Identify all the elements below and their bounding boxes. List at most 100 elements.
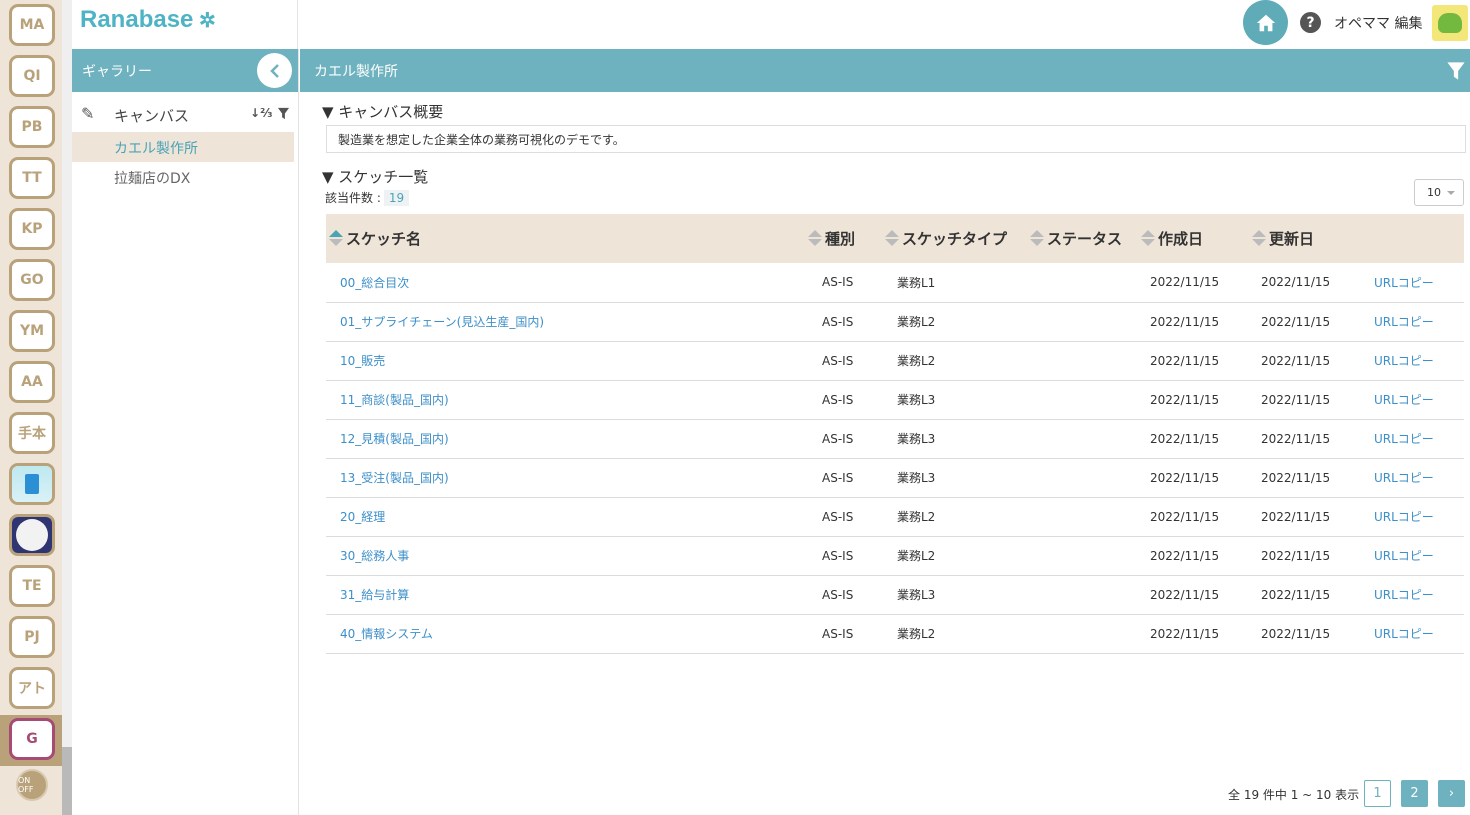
workspace-aa[interactable]: AA bbox=[9, 361, 55, 403]
column-updated[interactable]: 更新日 bbox=[1249, 214, 1362, 263]
url-copy-link[interactable]: URLコピー bbox=[1374, 354, 1434, 368]
table-row: 20_経理 AS-IS 業務L2 2022/11/15 2022/11/15 URLコピー bbox=[326, 497, 1464, 536]
sidebar-item-ramen[interactable]: 拉麺店のDX bbox=[72, 162, 298, 192]
workspace-pb[interactable]: PB bbox=[9, 106, 55, 148]
page-2-button[interactable]: 2 bbox=[1401, 780, 1428, 807]
frog-icon: ✲ bbox=[193, 10, 216, 32]
workspace-tt[interactable]: TT bbox=[9, 157, 55, 199]
kind-cell: AS-IS bbox=[822, 353, 854, 368]
header-divider bbox=[297, 0, 298, 49]
next-page-button[interactable]: › bbox=[1438, 780, 1465, 807]
rail-scrollbar[interactable] bbox=[62, 0, 72, 815]
sketch-name-link[interactable]: 12_見積(製品_国内) bbox=[340, 432, 449, 446]
url-copy-link[interactable]: URLコピー bbox=[1374, 510, 1434, 524]
status-cell bbox=[1027, 263, 1138, 302]
column-sketch-type[interactable]: スケッチタイプ bbox=[882, 214, 1027, 263]
per-page-select[interactable]: 10 bbox=[1414, 179, 1464, 206]
pagination-summary: 全 19 件中 1 ~ 10 表示 bbox=[1228, 788, 1360, 802]
summary-section-toggle[interactable]: ▼ キャンバス概要 bbox=[322, 101, 443, 122]
workspace-image-b[interactable] bbox=[9, 514, 55, 556]
updated-date-cell: 2022/11/15 bbox=[1261, 353, 1331, 368]
sketch-name-link[interactable]: 13_受注(製品_国内) bbox=[340, 471, 449, 485]
updated-date-cell: 2022/11/15 bbox=[1261, 470, 1331, 485]
scrollbar-thumb[interactable] bbox=[62, 747, 72, 815]
avatar[interactable] bbox=[1432, 5, 1468, 41]
sketch-name-cell: 00_総合目次 bbox=[326, 263, 805, 302]
workspace-qi[interactable]: QI bbox=[9, 55, 55, 97]
created-date-cell: 2022/11/15 bbox=[1150, 314, 1220, 329]
workspace-ma[interactable]: MA bbox=[9, 4, 55, 46]
url-copy-cell: URLコピー bbox=[1362, 458, 1464, 497]
count-badge: 19 bbox=[383, 190, 410, 206]
kind-cell: AS-IS bbox=[822, 548, 854, 563]
url-copy-link[interactable]: URLコピー bbox=[1374, 432, 1434, 446]
main-header: カエル製作所 bbox=[300, 49, 1470, 92]
kind-cell: AS-IS bbox=[822, 431, 854, 446]
type-cell: 業務L2 bbox=[897, 510, 936, 524]
sketch-name-link[interactable]: 31_給与計算 bbox=[340, 588, 409, 602]
url-copy-link[interactable]: URLコピー bbox=[1374, 393, 1434, 407]
sidebar-item-kaeru[interactable]: カエル製作所 bbox=[72, 132, 294, 162]
workspace-kp[interactable]: KP bbox=[9, 208, 55, 250]
sketch-name-link[interactable]: 20_経理 bbox=[340, 510, 385, 524]
user-name[interactable]: オペママ 編集 bbox=[1334, 13, 1422, 33]
sketch-name-cell: 20_経理 bbox=[326, 497, 805, 536]
sketch-name-link[interactable]: 00_総合目次 bbox=[340, 276, 409, 290]
workspace-tehon[interactable]: 手本 bbox=[9, 412, 55, 454]
sketch-name-cell: 11_商談(製品_国内) bbox=[326, 380, 805, 419]
sketch-list-toggle[interactable]: ▼ スケッチ一覧 bbox=[322, 166, 428, 187]
created-date-cell: 2022/11/15 bbox=[1150, 509, 1220, 524]
type-cell: 業務L3 bbox=[897, 432, 936, 446]
chevron-left-icon bbox=[269, 63, 279, 78]
kind-cell: AS-IS bbox=[822, 509, 854, 524]
filter-icon[interactable] bbox=[277, 107, 290, 120]
status-cell bbox=[1027, 380, 1138, 419]
url-copy-link[interactable]: URLコピー bbox=[1374, 315, 1434, 329]
url-copy-link[interactable]: URLコピー bbox=[1374, 588, 1434, 602]
updated-date-cell: 2022/11/15 bbox=[1261, 587, 1331, 602]
onoff-toggle[interactable]: ON OFF bbox=[16, 769, 48, 801]
workspace-g[interactable]: G bbox=[9, 718, 55, 760]
type-cell: 業務L1 bbox=[897, 275, 936, 290]
canvas-section-header: ✎ キャンバス ↓⅔ bbox=[72, 92, 298, 132]
sketch-name-link[interactable]: 01_サプライチェーン(見込生産_国内) bbox=[340, 315, 544, 329]
table-row: 30_総務人事 AS-IS 業務L2 2022/11/15 2022/11/15 URLコ… bbox=[326, 536, 1464, 575]
sketch-name-cell: 01_サプライチェーン(見込生産_国内) bbox=[326, 302, 805, 341]
help-icon[interactable]: ? bbox=[1300, 12, 1321, 33]
workspace-ato[interactable]: アト bbox=[9, 667, 55, 709]
workspace-ym[interactable]: YM bbox=[9, 310, 55, 352]
filter-icon[interactable] bbox=[1446, 61, 1466, 81]
column-sketch-name[interactable]: スケッチ名 bbox=[326, 214, 805, 263]
sidebar: ギャラリー ✎ キャンバス ↓⅔ カエル製作所 拉麺店のDX bbox=[72, 49, 299, 815]
column-status[interactable]: ステータス bbox=[1027, 214, 1138, 263]
created-date-cell: 2022/11/15 bbox=[1150, 626, 1220, 641]
created-date-cell: 2022/11/15 bbox=[1150, 470, 1220, 485]
kind-cell: AS-IS bbox=[822, 470, 854, 485]
workspace-te[interactable]: TE bbox=[9, 565, 55, 607]
workspace-go[interactable]: GO bbox=[9, 259, 55, 301]
collapse-sidebar-button[interactable] bbox=[257, 53, 292, 88]
url-copy-link[interactable]: URLコピー bbox=[1374, 276, 1434, 290]
table-row: 00_総合目次 AS-IS 業務L1 2022/11/15 2022/11/15 URLコ… bbox=[326, 263, 1464, 302]
column-kind[interactable]: 種別 bbox=[805, 214, 882, 263]
url-copy-link[interactable]: URLコピー bbox=[1374, 471, 1434, 485]
home-button[interactable] bbox=[1243, 0, 1288, 45]
status-cell bbox=[1027, 536, 1138, 575]
workspace-pj[interactable]: PJ bbox=[9, 616, 55, 658]
sketch-name-cell: 12_見積(製品_国内) bbox=[326, 419, 805, 458]
url-copy-link[interactable]: URLコピー bbox=[1374, 549, 1434, 563]
app-logo[interactable]: Ranabase ✲ bbox=[80, 6, 216, 34]
page-1-button[interactable]: 1 bbox=[1364, 780, 1391, 807]
sketch-name-link[interactable]: 10_販売 bbox=[340, 354, 385, 368]
workspace-image-a[interactable] bbox=[9, 463, 55, 505]
sketch-name-link[interactable]: 11_商談(製品_国内) bbox=[340, 393, 449, 407]
column-created[interactable]: 作成日 bbox=[1138, 214, 1249, 263]
url-copy-link[interactable]: URLコピー bbox=[1374, 627, 1434, 641]
sort-icon[interactable]: ↓⅔ bbox=[250, 106, 272, 120]
url-copy-cell: URLコピー bbox=[1362, 263, 1464, 302]
sketch-name-link[interactable]: 30_総務人事 bbox=[340, 549, 409, 563]
result-count: 該当件数 :19 bbox=[325, 189, 410, 206]
sketch-name-link[interactable]: 40_情報システム bbox=[340, 627, 433, 641]
status-cell bbox=[1027, 575, 1138, 614]
sort-icon bbox=[329, 230, 343, 248]
